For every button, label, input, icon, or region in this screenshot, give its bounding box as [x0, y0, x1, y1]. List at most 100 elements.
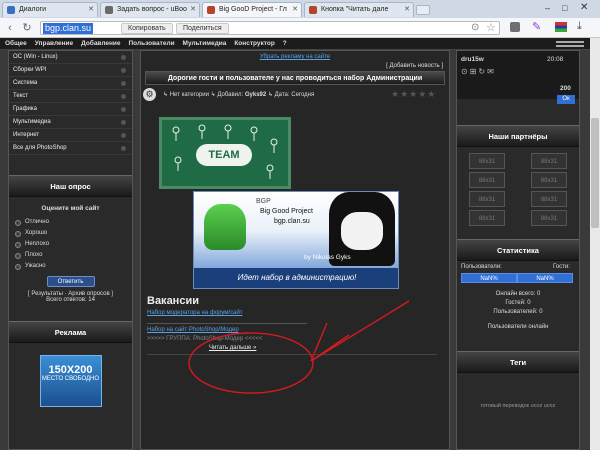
nav-multimedia[interactable]: Мультимедиа [183, 40, 227, 47]
menu-item-graphics[interactable]: Графика [9, 103, 132, 116]
partner-banner[interactable]: 88x31 [469, 172, 505, 188]
url-text[interactable]: bgp.clan.su [43, 23, 94, 34]
favicon-icon [105, 6, 113, 14]
menu-item-os[interactable]: OC (Win - Linux) [9, 51, 132, 64]
close-icon[interactable]: ✕ [404, 5, 410, 13]
bullet-icon [121, 120, 126, 125]
pen-icon[interactable]: ✎ [532, 20, 541, 33]
partner-banner[interactable]: 88x31 [469, 210, 505, 226]
bookmark-star-icon[interactable]: ☆ [486, 21, 496, 34]
username[interactable]: dru15w [461, 56, 484, 63]
gear-icon[interactable]: ⚙ [143, 88, 156, 101]
option-label: Плохо [25, 252, 43, 258]
ad-banner[interactable]: 150X200 МЕСТО СВОБОДНО [39, 355, 102, 407]
nav-add[interactable]: Добавление [81, 40, 120, 47]
partners-title: Наши партнёры [457, 125, 579, 147]
partner-banner[interactable]: 88x31 [531, 172, 567, 188]
users-percent-bar: NaN% [461, 273, 517, 283]
points: 200 [560, 85, 571, 92]
tab-read-more-button[interactable]: Кнопка "Читать дале ✕ [304, 2, 414, 17]
vote-button[interactable]: Ответить [46, 276, 95, 287]
online-users-link[interactable]: Пользователи онлайн [457, 324, 579, 330]
bullet-icon [121, 133, 126, 138]
user-tools-icon[interactable]: ⊙⊞↻✉ [461, 67, 496, 76]
ok-button[interactable]: Ок [557, 95, 575, 104]
partner-banner[interactable]: 88x31 [531, 210, 567, 226]
close-icon[interactable]: ✕ [292, 5, 298, 13]
radio-icon[interactable] [15, 220, 21, 226]
partner-banner[interactable]: 88x31 [531, 191, 567, 207]
minimize-icon[interactable]: – [545, 3, 550, 13]
menu-item-system[interactable]: Система [9, 77, 132, 90]
menu-item-wpi[interactable]: Сборки WPI [9, 64, 132, 77]
ads-title: Реклама [9, 321, 132, 343]
download-icon[interactable]: ⤓ [577, 20, 582, 33]
tags-cloud[interactable]: готовый переводок ucoz ucoz [457, 403, 579, 409]
address-bar: ‹ ↻ bgp.clan.su Копировать Поделиться ⊙ … [0, 18, 600, 38]
radio-icon[interactable] [15, 264, 21, 270]
bullet-icon [121, 94, 126, 99]
url-field[interactable]: bgp.clan.su Копировать Поделиться ⊙ ☆ [40, 21, 500, 35]
partner-banner[interactable]: 88x31 [469, 191, 505, 207]
share-button[interactable]: Поделиться [176, 23, 229, 34]
radio-icon[interactable] [15, 253, 21, 259]
stats-panel: Пользователи: Гости: NaN% NaN% Онлайн вс… [457, 261, 579, 351]
tab-ask-question[interactable]: Задать вопрос - uBoo ✕ [100, 2, 200, 17]
poll-option[interactable]: Ужасно [9, 261, 132, 272]
menu-label: Все для PhotoShop [13, 145, 67, 151]
admin-menu-icon[interactable] [556, 41, 584, 47]
tab-label: Задать вопрос - uBoo [117, 6, 187, 13]
close-icon[interactable]: ✕ [190, 5, 196, 13]
bullet-icon [121, 146, 126, 151]
tab-label: Диалоги [19, 6, 47, 13]
partner-banner[interactable]: 88x31 [469, 153, 505, 169]
poll-option[interactable]: Отлично [9, 217, 132, 228]
page-scrollbar[interactable] [590, 38, 600, 450]
menu-item-multimedia[interactable]: Мультимедиа [9, 116, 132, 129]
menu-label: Интернет [13, 132, 40, 138]
nav-help[interactable]: ? [283, 40, 287, 47]
reload-icon[interactable]: ↻ [20, 21, 34, 35]
flag-icon[interactable] [555, 22, 567, 32]
radio-icon[interactable] [15, 242, 21, 248]
radio-icon[interactable] [15, 231, 21, 237]
maximize-icon[interactable]: □ [562, 3, 567, 13]
banner-size: 150X200 [48, 364, 93, 376]
partner-banner[interactable]: 88x31 [531, 153, 567, 169]
banner-url: bgp.clan.su [274, 218, 310, 225]
close-icon[interactable]: ✕ [88, 5, 94, 13]
online-users: Пользователей: 0 [493, 309, 543, 315]
tab-dialogs[interactable]: Диалоги ✕ [2, 2, 98, 17]
window-close-icon[interactable]: ✕ [580, 2, 588, 13]
post-title[interactable]: Дорогие гости и пользователе у нас прово… [145, 71, 445, 85]
nav-general[interactable]: Общее [5, 40, 27, 47]
category-label[interactable]: Нет категории [170, 92, 209, 98]
banner-bgp: BGP [256, 198, 271, 205]
copy-button[interactable]: Копировать [121, 23, 173, 34]
poll-option[interactable]: Плохо [9, 250, 132, 261]
online-total: Онлайн всего: 0 [495, 291, 541, 297]
author-link[interactable]: Gyks92 [245, 92, 266, 98]
users-label: Пользователи: [461, 264, 502, 270]
menu-item-text[interactable]: Текст [9, 90, 132, 103]
nav-constructor[interactable]: Конструктор [234, 40, 274, 47]
add-news-link[interactable]: [ Добавить новость ] [141, 63, 449, 69]
poll-option[interactable]: Хорошо [9, 228, 132, 239]
menu-label: Система [13, 80, 38, 86]
option-label: Неплохо [25, 241, 50, 247]
rating-stars-icon[interactable]: ★★★★★ [391, 89, 436, 100]
stats-title: Статистика [457, 239, 579, 261]
scrollbar-thumb[interactable] [591, 118, 599, 228]
menu-item-photoshop[interactable]: Все для PhotoShop [9, 142, 132, 155]
tab-big-good-project[interactable]: Big GooD Project - Гл ✕ [202, 2, 302, 17]
new-tab-button[interactable] [416, 5, 430, 15]
menu-item-internet[interactable]: Интернет [9, 129, 132, 142]
remove-ads-link[interactable]: Убрать рекламу на сайте [260, 54, 330, 60]
nav-users[interactable]: Пользователи [129, 40, 175, 47]
bullet-icon [121, 55, 126, 60]
extension-icon[interactable] [510, 22, 520, 32]
back-icon[interactable]: ‹ [3, 21, 17, 35]
option-label: Ужасно [25, 263, 46, 269]
poll-option[interactable]: Неплохо [9, 239, 132, 250]
nav-management[interactable]: Управление [35, 40, 73, 47]
